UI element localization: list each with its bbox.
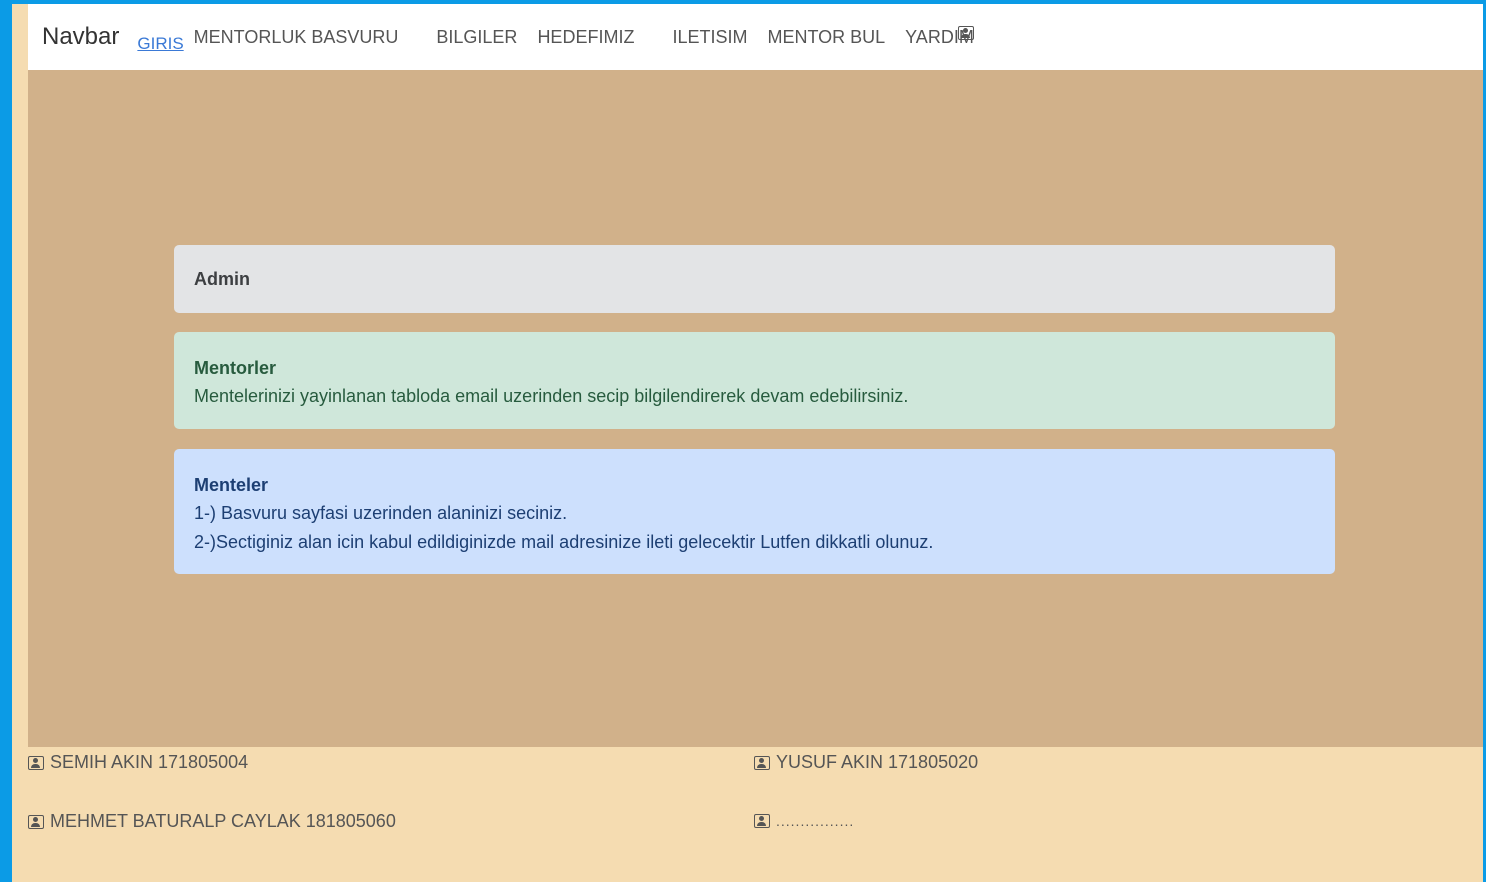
footer-person-placeholder: ................ <box>776 813 855 829</box>
menteler-card-line-2: 2-)Sectiginiz alan icin kabul edildigini… <box>194 532 934 552</box>
footer-person-name: SEMIH AKIN 171805004 <box>50 752 249 772</box>
menteler-card: Menteler 1-) Basvuru sayfasi uzerinden a… <box>174 449 1335 574</box>
footer-person-name: MEHMET BATURALP CAYLAK 181805060 <box>50 811 396 831</box>
footer-person-3: MEHMET BATURALP CAYLAK 181805060 <box>28 811 396 832</box>
user-card-icon <box>754 814 770 828</box>
user-card-icon[interactable] <box>958 26 974 40</box>
menteler-card-title: Menteler <box>194 475 269 495</box>
nav-link-mentor-bul[interactable]: MENTOR BUL <box>767 27 885 48</box>
nav-link-giris[interactable]: GIRIS <box>137 34 183 54</box>
main-content: Admin Mentorler Mentelerinizi yayinlanan… <box>28 70 1483 747</box>
admin-card: Admin <box>174 245 1335 313</box>
footer-person-4: ................ <box>754 813 854 829</box>
navbar: Navbar GIRIS MENTORLUK BASVURU BILGILER … <box>28 4 1483 70</box>
admin-card-title: Admin <box>194 269 250 289</box>
nav-link-mentorluk-basvuru[interactable]: MENTORLUK BASVURU <box>194 27 399 48</box>
nav-link-hedefimiz[interactable]: HEDEFIMIZ <box>537 27 634 48</box>
mentorler-card-title: Mentorler <box>194 358 277 378</box>
mentorler-card: Mentorler Mentelerinizi yayinlanan tablo… <box>174 332 1335 429</box>
mentorler-card-text: Mentelerinizi yayinlanan tabloda email u… <box>194 386 909 406</box>
footer-person-name: YUSUF AKIN 171805020 <box>776 752 979 772</box>
user-card-icon <box>28 755 44 770</box>
navbar-brand[interactable]: Navbar <box>42 23 119 51</box>
user-card-icon <box>28 814 44 829</box>
page-frame: Navbar GIRIS MENTORLUK BASVURU BILGILER … <box>12 4 1483 882</box>
menteler-card-line-1: 1-) Basvuru sayfasi uzerinden alaninizi … <box>194 503 568 523</box>
nav-link-bilgiler[interactable]: BILGILER <box>436 27 517 48</box>
user-card-icon <box>754 755 770 770</box>
nav-link-iletisim[interactable]: ILETISIM <box>672 27 747 48</box>
footer-person-2: YUSUF AKIN 171805020 <box>754 752 978 773</box>
footer-person-1: SEMIH AKIN 171805004 <box>28 752 248 773</box>
